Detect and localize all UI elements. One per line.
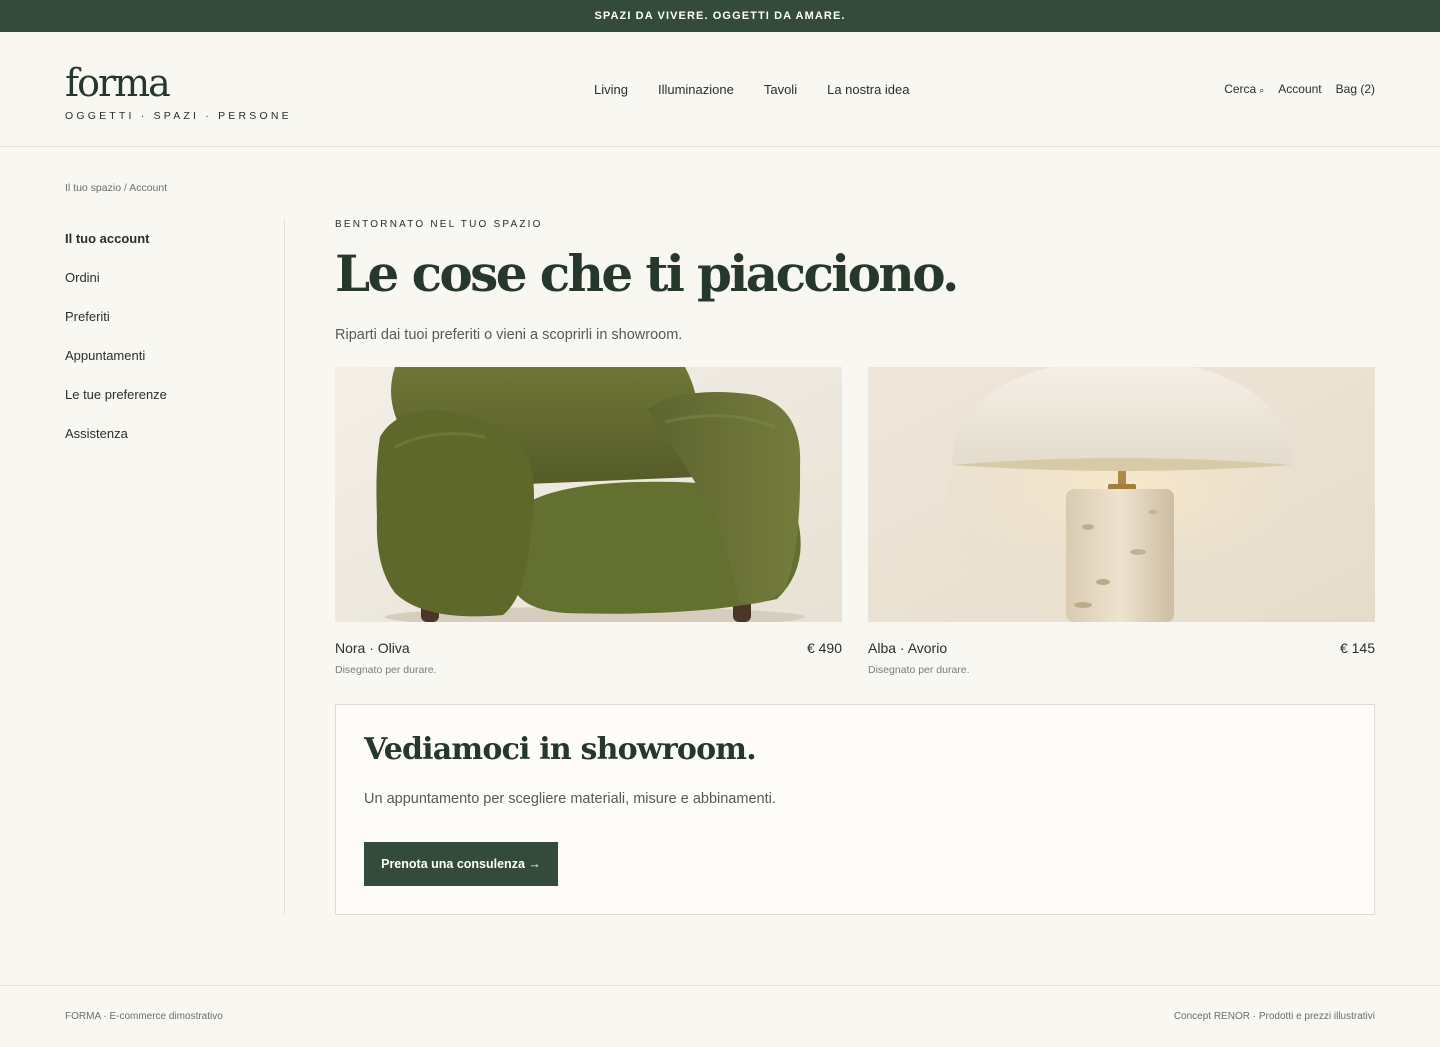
sidebar-item-account[interactable]: Il tuo account <box>65 230 265 269</box>
favorites-grid: Nora · Oliva € 490 Disegnato per durare. <box>335 367 1375 676</box>
sidebar-item-ordini[interactable]: Ordini <box>65 269 265 308</box>
product-image-armchair[interactable] <box>335 367 842 622</box>
site-header: forma OGGETTI · SPAZI · PERSONE Living I… <box>0 32 1440 147</box>
breadcrumb: Il tuo spazio / Account <box>65 182 168 194</box>
search-icon: ⌕ <box>1259 85 1265 95</box>
product-info-row: Nora · Oliva € 490 <box>335 640 842 656</box>
nav-tavoli[interactable]: Tavoli <box>764 82 797 97</box>
showroom-cta-panel: Vediamoci in showroom. Un appuntamento p… <box>335 704 1375 915</box>
account-sidebar: Il tuo account Ordini Preferiti Appuntam… <box>65 230 265 464</box>
sidebar-item-assistenza[interactable]: Assistenza <box>65 425 265 464</box>
utility-nav: Cerca ⌕ Account Bag (2) <box>1224 82 1375 96</box>
hero-lead: Riparti dai tuoi preferiti o vieni a sco… <box>335 327 683 343</box>
account-link[interactable]: Account <box>1278 82 1321 96</box>
sidebar-divider <box>284 219 285 915</box>
product-subtitle: Disegnato per durare. <box>868 664 970 676</box>
bag-link[interactable]: Bag (2) <box>1336 82 1375 96</box>
book-consultation-button[interactable]: Prenota una consulenza → <box>364 842 558 886</box>
search-label: Cerca <box>1224 82 1257 96</box>
cta-text: Un appuntamento per scegliere materiali,… <box>364 791 776 807</box>
nav-la-nostra-idea[interactable]: La nostra idea <box>827 82 909 97</box>
product-price: € 145 <box>1339 640 1375 656</box>
product-card[interactable]: Alba · Avorio € 145 Disegnato per durare… <box>868 367 1375 676</box>
main-nav: Living Illuminazione Tavoli La nostra id… <box>594 82 910 97</box>
sidebar-item-appuntamenti[interactable]: Appuntamenti <box>65 347 265 386</box>
product-subtitle: Disegnato per durare. <box>335 664 437 676</box>
footer-right: Concept RENOR · Prodotti e prezzi illust… <box>1173 1011 1375 1022</box>
nav-living[interactable]: Living <box>594 82 628 97</box>
sidebar-item-preferiti[interactable]: Preferiti <box>65 308 265 347</box>
announcement-bar: SPAZI DA VIVERE. OGGETTI DA AMARE. <box>0 0 1440 32</box>
hero-eyebrow: BENTORNATO NEL TUO SPAZIO <box>335 219 543 230</box>
account-main: BENTORNATO NEL TUO SPAZIO Le cose che ti… <box>335 219 1375 915</box>
product-card[interactable]: Nora · Oliva € 490 Disegnato per durare. <box>335 367 842 676</box>
sidebar-item-preferenze[interactable]: Le tue preferenze <box>65 386 265 425</box>
nav-illuminazione[interactable]: Illuminazione <box>658 82 734 97</box>
page-title: Le cose che ti piacciono. <box>335 244 959 303</box>
product-image-lamp[interactable] <box>868 367 1375 622</box>
product-name: Alba · Avorio <box>868 640 948 656</box>
brand-tagline: OGGETTI · SPAZI · PERSONE <box>65 110 292 122</box>
product-info-row: Alba · Avorio € 145 <box>868 640 1375 656</box>
search-link[interactable]: Cerca ⌕ <box>1224 82 1264 96</box>
product-price: € 490 <box>806 640 842 656</box>
site-footer: FORMA · E-commerce dimostrativo Concept … <box>0 985 1440 1047</box>
brand-logo[interactable]: forma OGGETTI · SPAZI · PERSONE <box>65 62 292 122</box>
announcement-text: SPAZI DA VIVERE. OGGETTI DA AMARE. <box>594 10 846 22</box>
brand-wordmark: forma <box>65 61 171 105</box>
product-name: Nora · Oliva <box>335 640 410 656</box>
cta-title: Vediamoci in showroom. <box>364 732 757 767</box>
footer-left: FORMA · E-commerce dimostrativo <box>65 1011 223 1022</box>
